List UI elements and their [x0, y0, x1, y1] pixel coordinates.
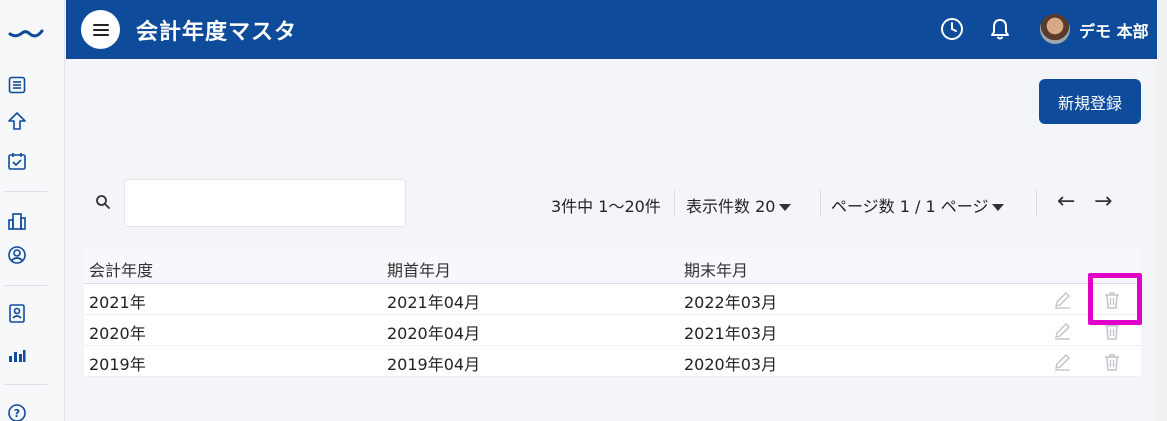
history-button[interactable] [939, 16, 965, 42]
table-row[interactable]: 2021年 2021年04月 2022年03月 [84, 284, 1141, 315]
caret-down-icon [992, 204, 1005, 211]
cell-end-month: 2020年03月 [684, 355, 778, 374]
column-header-start-month[interactable]: 期首年月 [387, 257, 451, 281]
sidebar-item-users[interactable] [6, 244, 28, 266]
avatar[interactable] [1040, 14, 1070, 44]
hamburger-icon [92, 23, 109, 36]
cell-start-month: 2019年04月 [387, 355, 481, 374]
page-label: ページ数 1 / 1 ページ [831, 197, 989, 216]
cell-start-month: 2020年04月 [387, 324, 481, 343]
app-header: 会計年度マスタ デモ 本部 [66, 0, 1157, 59]
calendar-check-icon [8, 153, 26, 170]
table-row[interactable]: 2020年 2020年04月 2021年03月 [84, 315, 1141, 346]
cell-fiscal-year: 2019年 [89, 355, 146, 374]
record-count: 3件中 1〜20件 [551, 197, 661, 216]
upload-arrow-icon [8, 112, 26, 130]
cell-fiscal-year: 2020年 [89, 324, 146, 343]
bell-icon [991, 19, 1009, 40]
edit-pencil-icon[interactable] [1052, 290, 1072, 310]
trash-icon[interactable] [1102, 352, 1122, 372]
search-input[interactable] [124, 179, 406, 227]
edit-pencil-icon[interactable] [1052, 352, 1072, 372]
table-row[interactable]: 2019年 2019年04月 2020年03月 [84, 346, 1141, 377]
sidebar-divider [4, 191, 47, 192]
column-header-fiscal-year[interactable]: 会計年度 [89, 257, 153, 281]
cell-end-month: 2022年03月 [684, 293, 778, 312]
bar-chart-icon [9, 350, 26, 362]
trash-icon[interactable] [1102, 290, 1122, 310]
sidebar-item-organization[interactable] [6, 210, 28, 232]
sidebar: ? [0, 0, 65, 421]
sidebar-item-list[interactable] [6, 74, 28, 96]
cell-end-month: 2021年03月 [684, 324, 778, 343]
menu-button[interactable] [81, 10, 120, 49]
page-select[interactable]: ページ数 1 / 1 ページ [831, 193, 1005, 217]
brand-logo-icon [8, 29, 44, 38]
sidebar-item-reports[interactable] [6, 344, 28, 366]
per-page-select[interactable]: 表示件数 20 [686, 193, 792, 217]
trash-icon[interactable] [1102, 321, 1122, 341]
sidebar-item-staff[interactable] [6, 302, 28, 324]
id-badge-icon [9, 304, 25, 323]
search-icon [96, 195, 110, 209]
user-name[interactable]: デモ 本部 [1079, 18, 1149, 42]
table-header: 会計年度 期首年月 期末年月 [84, 246, 1141, 284]
page-scrollbar[interactable] [1157, 0, 1167, 421]
page-title: 会計年度マスタ [136, 20, 298, 45]
sidebar-divider [4, 285, 47, 286]
fiscal-year-table: 会計年度 期首年月 期末年月 2021年 2021年04月 2022年03月 2… [84, 246, 1141, 377]
svg-text:?: ? [14, 407, 20, 420]
list-icon [8, 76, 26, 94]
per-page-label: 表示件数 20 [686, 197, 776, 216]
building-icon [8, 213, 26, 230]
next-page-button[interactable]: → [1094, 189, 1112, 214]
pager-divider [820, 190, 821, 216]
help-icon: ? [8, 404, 26, 421]
caret-down-icon [779, 204, 792, 211]
cell-fiscal-year: 2021年 [89, 293, 146, 312]
prev-page-button[interactable]: ← [1057, 189, 1075, 214]
sidebar-item-upload[interactable] [6, 110, 28, 132]
clock-icon [941, 18, 963, 40]
notifications-button[interactable] [987, 16, 1013, 42]
new-registration-button[interactable]: 新規登録 [1039, 79, 1141, 124]
sidebar-item-calendar[interactable] [6, 150, 28, 172]
sidebar-divider [4, 384, 47, 385]
cell-start-month: 2021年04月 [387, 293, 481, 312]
column-header-end-month[interactable]: 期末年月 [684, 257, 748, 281]
pager-divider [1036, 190, 1037, 216]
edit-pencil-icon[interactable] [1052, 321, 1072, 341]
user-circle-icon [8, 246, 26, 264]
sidebar-item-help[interactable]: ? [6, 402, 28, 421]
pager-divider [674, 190, 675, 216]
